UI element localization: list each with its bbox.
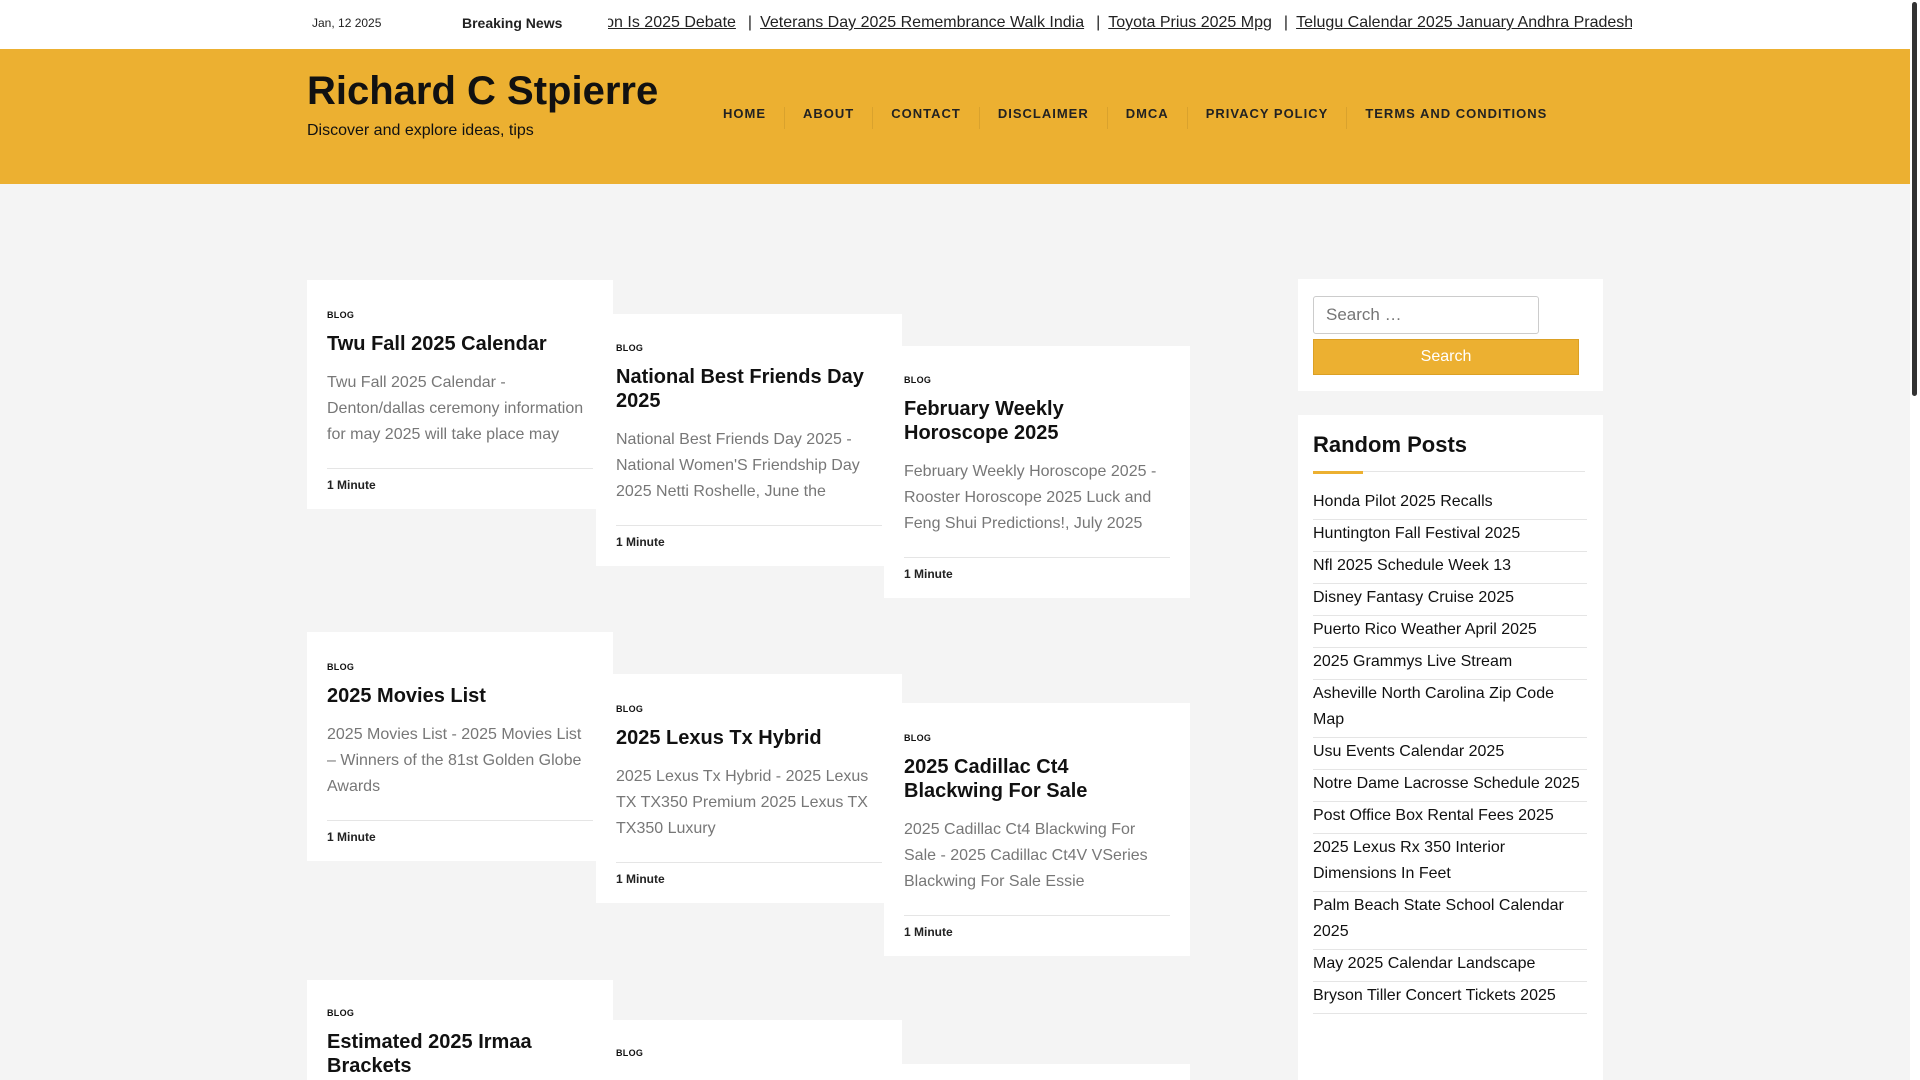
ticker-link[interactable]: Telugu Calendar 2025 January Andhra Prad…: [1296, 14, 1632, 31]
post-title[interactable]: Twu Fall 2025 Calendar: [327, 332, 593, 356]
post-category[interactable]: BLOG: [327, 662, 593, 672]
post-card: BLOG Twu Fall 2025 Calendar Twu Fall 202…: [307, 280, 613, 509]
random-post-link[interactable]: Usu Events Calendar 2025: [1313, 738, 1587, 770]
post-category[interactable]: BLOG: [616, 1048, 882, 1058]
random-post-link[interactable]: Palm Beach State School Calendar 2025: [1313, 892, 1587, 950]
search-button[interactable]: Search: [1313, 339, 1579, 375]
site-title[interactable]: Richard C Stpierre: [307, 69, 658, 114]
post-category[interactable]: BLOG: [327, 1008, 593, 1018]
random-post-link[interactable]: Nfl 2025 Schedule Week 13: [1313, 552, 1587, 584]
nav-terms-and-conditions[interactable]: TERMS AND CONDITIONS: [1347, 107, 1565, 129]
random-post-link[interactable]: Disney Fantasy Cruise 2025: [1313, 584, 1587, 616]
post-read-time: 1 Minute: [327, 820, 593, 844]
random-post-link[interactable]: Puerto Rico Weather April 2025: [1313, 616, 1587, 648]
title-underline: [1313, 471, 1363, 474]
current-date: Jan, 12 2025: [312, 16, 382, 30]
post-read-time: 1 Minute: [616, 862, 882, 886]
site-header: Richard C Stpierre Discover and explore …: [0, 49, 1910, 184]
random-post-link[interactable]: May 2025 Calendar Landscape: [1313, 950, 1587, 982]
post-excerpt: National Best Friends Day 2025 - Nationa…: [616, 431, 860, 500]
random-post-link[interactable]: Bryson Tiller Concert Tickets 2025: [1313, 982, 1587, 1014]
nav-about[interactable]: ABOUT: [785, 107, 874, 129]
page-scrollbar[interactable]: [1910, 0, 1920, 1080]
post-excerpt: 2025 Lexus Tx Hybrid - 2025 Lexus TX TX3…: [616, 768, 869, 837]
post-read-time: 1 Minute: [327, 468, 593, 492]
ticker-link[interactable]: Who Won Is 2025 Debate: [608, 14, 736, 31]
post-category[interactable]: BLOG: [327, 310, 593, 320]
breaking-news-ticker: Who Won Is 2025 Debate | Veterans Day 2025…: [608, 14, 1632, 36]
post-title[interactable]: Estimated 2025 Irmaa Brackets: [327, 1030, 593, 1078]
post-card: BLOG Estimated 2025 Irmaa Brackets: [307, 980, 613, 1080]
post-excerpt: 2025 Movies List - 2025 Movies List – Wi…: [327, 726, 582, 795]
random-posts-widget: Random Posts Honda Pilot 2025 Recalls Hu…: [1298, 415, 1603, 1080]
ticker-separator: |: [747, 14, 753, 31]
post-title[interactable]: National Best Friends Day 2025: [616, 365, 882, 413]
random-post-link[interactable]: Asheville North Carolina Zip Code Map: [1313, 680, 1587, 738]
post-excerpt: Twu Fall 2025 Calendar - Denton/dallas c…: [327, 374, 584, 443]
random-posts-title: Random Posts: [1313, 432, 1468, 457]
random-post-link[interactable]: Huntington Fall Festival 2025: [1313, 520, 1587, 552]
post-title[interactable]: 2025 Cadillac Ct4 Blackwing For Sale: [904, 755, 1170, 803]
nav-home[interactable]: HOME: [705, 107, 785, 129]
nav-dmca[interactable]: DMCA: [1108, 107, 1188, 129]
ticker-separator: |: [1096, 14, 1101, 31]
top-bar: Jan, 12 2025 Breaking News Who Won Is 20…: [0, 0, 1910, 49]
post-title[interactable]: 2025 Lexus Tx Hybrid: [616, 726, 882, 750]
post-category[interactable]: BLOG: [904, 733, 1170, 743]
scrollbar-thumb[interactable]: [1912, 2, 1917, 396]
post-category[interactable]: BLOG: [616, 343, 882, 353]
post-read-time: 1 Minute: [904, 915, 1170, 939]
nav-privacy-policy[interactable]: PRIVACY POLICY: [1188, 107, 1348, 129]
post-read-time: 1 Minute: [904, 557, 1170, 581]
post-category[interactable]: BLOG: [616, 704, 882, 714]
search-widget: Search: [1298, 279, 1603, 391]
random-post-link[interactable]: 2025 Grammys Live Stream: [1313, 648, 1587, 680]
post-excerpt: 2025 Cadillac Ct4 Blackwing For Sale - 2…: [904, 821, 1148, 890]
post-read-time: 1 Minute: [616, 525, 882, 549]
random-post-link[interactable]: Post Office Box Rental Fees 2025: [1313, 802, 1587, 834]
post-category[interactable]: BLOG: [904, 375, 1170, 385]
nav-contact[interactable]: CONTACT: [873, 107, 980, 129]
random-posts-list: Honda Pilot 2025 Recalls Huntington Fall…: [1313, 488, 1587, 1014]
search-input[interactable]: [1313, 296, 1539, 334]
post-title[interactable]: 2025 Movies List: [327, 684, 593, 708]
post-card: [884, 1064, 1190, 1080]
nav-disclaimer[interactable]: DISCLAIMER: [980, 107, 1108, 129]
ticker-separator: |: [1283, 14, 1289, 31]
post-card: BLOG February Weekly Horoscope 2025 Febr…: [884, 346, 1190, 598]
post-card: BLOG National Best Friends Day 2025 Nati…: [596, 314, 902, 566]
post-card: BLOG 2025 Cadillac Ct4 Blackwing For Sal…: [884, 703, 1190, 956]
post-card: BLOG 2025 Lexus Tx Hybrid 2025 Lexus Tx …: [596, 674, 902, 903]
random-post-link[interactable]: Honda Pilot 2025 Recalls: [1313, 488, 1587, 520]
title-rule: [1363, 471, 1585, 472]
post-card: BLOG 2025 Movies List 2025 Movies List -…: [307, 632, 613, 861]
post-card: BLOG: [596, 1020, 902, 1080]
post-excerpt: February Weekly Horoscope 2025 - Rooster…: [904, 463, 1157, 532]
random-post-link[interactable]: 2025 Lexus Rx 350 Interior Dimensions In…: [1313, 834, 1587, 892]
breaking-news-label: Breaking News: [462, 15, 563, 31]
random-post-link[interactable]: Notre Dame Lacrosse Schedule 2025: [1313, 770, 1587, 802]
ticker-link[interactable]: Toyota Prius 2025 Mpg: [1108, 14, 1272, 31]
main-nav: HOME ABOUT CONTACT DISCLAIMER DMCA PRIVA…: [705, 107, 1565, 129]
ticker-link[interactable]: Veterans Day 2025 Remembrance Walk India: [760, 14, 1084, 31]
post-title[interactable]: February Weekly Horoscope 2025: [904, 397, 1170, 445]
site-tagline: Discover and explore ideas, tips: [307, 122, 534, 139]
